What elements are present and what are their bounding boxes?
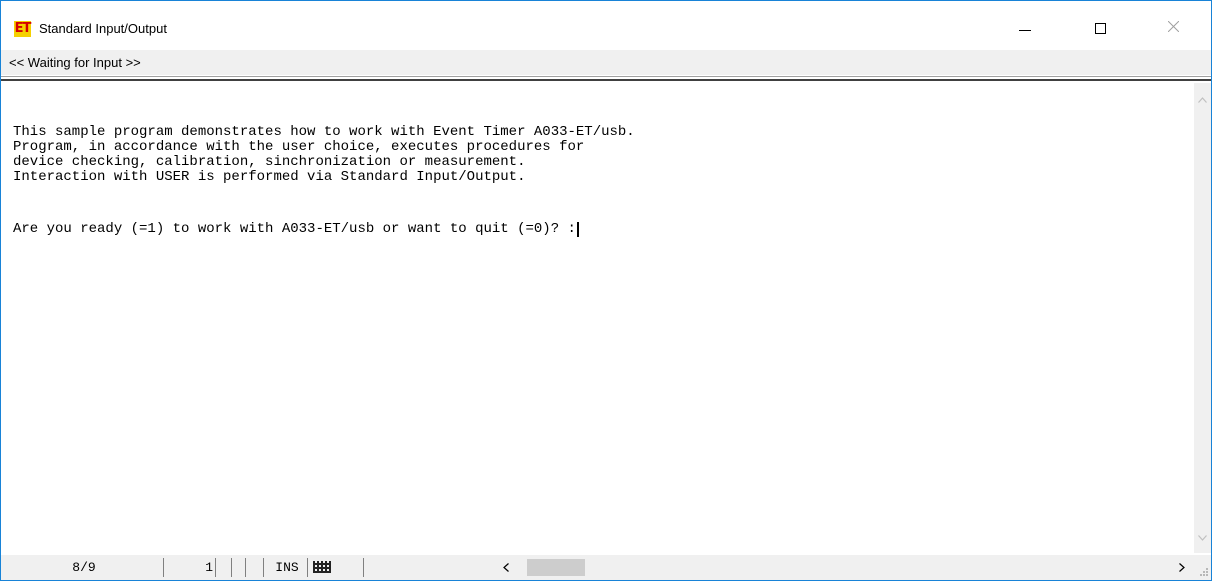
console-line: This sample program demonstrates how to … bbox=[13, 124, 635, 140]
prompt-text: Are you ready (=1) to work with A033-ET/… bbox=[13, 221, 576, 237]
status-row: << Waiting for Input >> bbox=[1, 50, 1211, 75]
vertical-scrollbar[interactable] bbox=[1194, 83, 1211, 553]
console-output[interactable]: This sample program demonstrates how to … bbox=[1, 83, 1194, 553]
scroll-up-icon[interactable] bbox=[1198, 97, 1207, 103]
text-caret bbox=[576, 222, 579, 237]
status-text: << Waiting for Input >> bbox=[9, 55, 141, 70]
status-pane-empty bbox=[233, 558, 246, 577]
line-position: 8/9 bbox=[5, 558, 164, 577]
keyboard-pane bbox=[311, 558, 364, 577]
minimize-button[interactable] bbox=[1003, 1, 1049, 49]
console-line: device checking, calibration, sinchroniz… bbox=[13, 154, 526, 170]
divider bbox=[1, 76, 1211, 77]
close-button[interactable] bbox=[1151, 1, 1197, 49]
horizontal-scrollbar[interactable] bbox=[499, 555, 1195, 580]
keyboard-icon bbox=[313, 561, 331, 573]
console-window: ET Standard Input/Output << Waiting for … bbox=[0, 0, 1212, 581]
et-app-icon[interactable]: ET bbox=[14, 21, 31, 37]
status-bar: 8/9 1 INS bbox=[1, 555, 1211, 580]
console-line: Interaction with USER is performed via S… bbox=[13, 169, 526, 185]
window-title: Standard Input/Output bbox=[39, 21, 167, 36]
resize-grip-icon[interactable] bbox=[1197, 565, 1209, 577]
prompt-line[interactable]: Are you ready (=1) to work with A033-ET/… bbox=[13, 222, 579, 237]
scroll-left-icon[interactable] bbox=[503, 563, 509, 572]
scroll-down-icon[interactable] bbox=[1198, 535, 1207, 541]
maximize-button[interactable] bbox=[1079, 1, 1125, 49]
console-line: Program, in accordance with the user cho… bbox=[13, 139, 585, 155]
title-bar[interactable]: ET Standard Input/Output bbox=[1, 1, 1211, 49]
divider bbox=[1, 79, 1211, 81]
scroll-thumb[interactable] bbox=[527, 559, 585, 576]
status-pane-empty bbox=[247, 558, 264, 577]
column-position: 1 bbox=[167, 558, 216, 577]
status-pane-empty bbox=[219, 558, 232, 577]
insert-mode-indicator: INS bbox=[267, 558, 308, 577]
close-icon bbox=[1168, 21, 1179, 32]
scroll-right-icon[interactable] bbox=[1179, 563, 1185, 572]
